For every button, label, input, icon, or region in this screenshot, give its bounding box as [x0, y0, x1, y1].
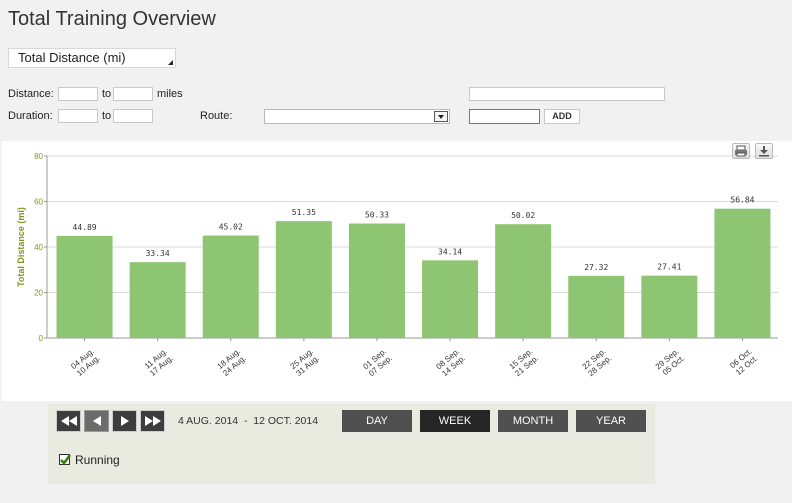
- data-label: 50.02: [511, 211, 535, 220]
- data-label: 44.89: [73, 223, 97, 232]
- chart-controls: 4 AUG. 2014 - 12 OCT. 2014 DAY WEEK MONT…: [48, 404, 655, 484]
- data-label: 51.35: [292, 208, 316, 217]
- bar: [568, 275, 625, 338]
- metric-dropdown[interactable]: Total Distance (mi): [8, 48, 176, 68]
- x-tick-label: 11 Aug.17 Aug.: [142, 347, 174, 378]
- x-tick-label: 15 Sep.21 Sep.: [508, 347, 541, 379]
- data-label: 56.84: [730, 196, 754, 205]
- period-week-button[interactable]: WEEK: [420, 410, 490, 432]
- bar: [641, 275, 698, 338]
- bar: [56, 235, 113, 338]
- first-page-button[interactable]: [56, 410, 81, 432]
- route-label: Route:: [200, 110, 233, 122]
- y-tick-label: 0: [39, 334, 44, 343]
- x-tick-label: 08 Sep.14 Sep.: [434, 347, 467, 379]
- chevron-right-icon: [120, 416, 129, 426]
- bar: [348, 223, 405, 338]
- distance-label: Distance:: [8, 88, 54, 100]
- x-tick-label: 18 Aug.24 Aug.: [215, 347, 247, 378]
- x-tick-label: 06 Oct.12 Oct.: [728, 347, 759, 377]
- fast-forward-icon: [144, 416, 161, 426]
- date-range-label: 4 AUG. 2014 - 12 OCT. 2014: [178, 415, 319, 427]
- next-button[interactable]: [112, 410, 137, 432]
- resize-grip-icon: [168, 60, 173, 65]
- bar: [275, 221, 332, 338]
- bar: [129, 262, 186, 338]
- rewind-icon: [60, 416, 77, 426]
- data-label: 45.02: [219, 223, 243, 232]
- duration-max-input[interactable]: [113, 109, 153, 123]
- x-tick-label: 01 Sep.07 Sep.: [361, 347, 394, 379]
- download-icon: [759, 146, 769, 157]
- metric-dropdown-value: Total Distance (mi): [18, 50, 126, 65]
- distance-chart: 0 20 40 60 80 Total Distance (mi) 44.89 04 Aug.…: [16, 152, 778, 379]
- chevron-left-icon: [92, 416, 101, 426]
- period-year-button[interactable]: YEAR: [576, 410, 646, 432]
- previous-button[interactable]: [84, 410, 109, 432]
- print-button[interactable]: [732, 143, 750, 159]
- miles-label: miles: [157, 88, 183, 100]
- distance-to-label: to: [102, 88, 112, 100]
- download-button[interactable]: [755, 143, 773, 159]
- y-tick-label: 60: [34, 198, 43, 207]
- bar: [422, 260, 479, 338]
- chart-panel: 0 20 40 60 80 Total Distance (mi) 44.89 04 Aug.…: [2, 141, 792, 401]
- bar: [495, 224, 552, 338]
- checkmark-icon: [60, 454, 71, 465]
- bar: [714, 208, 771, 338]
- distance-max-input[interactable]: [113, 87, 153, 101]
- add-button[interactable]: ADD: [544, 109, 580, 124]
- bar: [202, 235, 259, 338]
- data-label: 27.32: [584, 263, 608, 272]
- route-dropdown[interactable]: [264, 109, 450, 124]
- x-tick-label: 29 Sep.05 Oct.: [654, 347, 687, 379]
- y-tick-label: 40: [34, 243, 43, 252]
- filter-text-input[interactable]: [469, 87, 665, 101]
- y-tick-label: 20: [34, 289, 43, 298]
- y-axis-title: Total Distance (mi): [16, 207, 26, 287]
- y-tick-label: 80: [34, 152, 43, 161]
- running-checkbox[interactable]: [59, 454, 71, 465]
- data-label: 50.33: [365, 210, 389, 219]
- data-label: 34.14: [438, 247, 462, 256]
- data-label: 27.41: [657, 263, 681, 272]
- period-month-button[interactable]: MONTH: [498, 410, 568, 432]
- x-tick-label: 25 Aug.31 Aug.: [289, 347, 321, 378]
- printer-icon: [735, 145, 747, 157]
- data-label: 33.34: [146, 249, 170, 258]
- last-page-button[interactable]: [140, 410, 165, 432]
- duration-min-input[interactable]: [58, 109, 98, 123]
- route-name-input[interactable]: [469, 109, 540, 124]
- x-tick-label: 04 Aug.10 Aug.: [69, 347, 101, 378]
- duration-to-label: to: [102, 110, 112, 122]
- period-day-button[interactable]: DAY: [342, 410, 412, 432]
- legend-label: Running: [75, 453, 120, 467]
- page-title: Total Training Overview: [8, 8, 216, 30]
- x-tick-label: 22 Sep.28 Sep.: [581, 347, 614, 379]
- distance-min-input[interactable]: [58, 87, 98, 101]
- duration-label: Duration:: [8, 110, 53, 122]
- chevron-down-icon: [434, 111, 448, 122]
